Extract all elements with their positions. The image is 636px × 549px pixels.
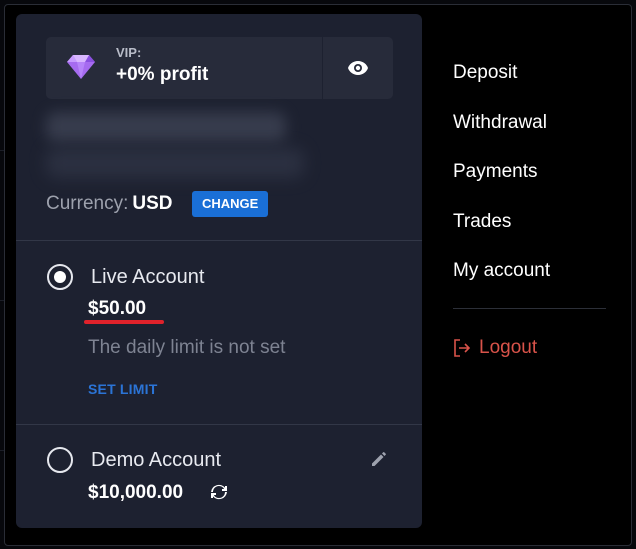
menu-item-my-account[interactable]: My account <box>453 260 550 282</box>
divider <box>16 424 422 425</box>
vip-card[interactable]: VIP: +0% profit <box>46 37 322 99</box>
refresh-icon[interactable] <box>210 483 228 501</box>
account-panel: VIP: +0% profit Currency: USD CHANGE Live… <box>16 14 422 528</box>
pencil-icon[interactable] <box>370 450 388 468</box>
toggle-visibility-button[interactable] <box>323 37 393 99</box>
demo-account-balance: $10,000.00 <box>88 482 184 503</box>
eye-icon <box>348 61 368 75</box>
logout-label: Logout <box>479 337 538 358</box>
live-account-balance: $50.00 <box>88 298 147 319</box>
logout-button[interactable]: Logout <box>453 337 537 359</box>
vip-label: VIP: <box>116 45 142 60</box>
daily-limit-text: The daily limit is not set <box>88 337 286 358</box>
menu-item-trades[interactable]: Trades <box>453 211 511 233</box>
live-account-name: Live Account <box>91 266 205 288</box>
menu-item-deposit[interactable]: Deposit <box>453 62 517 84</box>
currency-code: USD <box>132 193 173 214</box>
live-account-radio[interactable] <box>47 264 73 290</box>
menu-item-payments[interactable]: Payments <box>453 161 537 183</box>
currency-row: Currency: USD <box>46 193 172 215</box>
logout-icon <box>454 339 471 357</box>
balance-underline-annotation <box>84 320 164 324</box>
menu-divider <box>453 308 606 309</box>
vip-profit-value: +0% profit <box>116 64 209 85</box>
diamond-icon <box>67 55 95 79</box>
divider <box>16 240 422 241</box>
change-currency-button[interactable]: CHANGE <box>192 191 269 217</box>
blurred-user-id <box>46 148 304 178</box>
blurred-email <box>46 112 286 142</box>
menu-item-withdrawal[interactable]: Withdrawal <box>453 112 547 134</box>
set-limit-link[interactable]: SET LIMIT <box>88 381 157 397</box>
demo-account-radio[interactable] <box>47 447 73 473</box>
demo-account-name: Demo Account <box>91 449 222 471</box>
currency-label: Currency: <box>46 193 129 214</box>
